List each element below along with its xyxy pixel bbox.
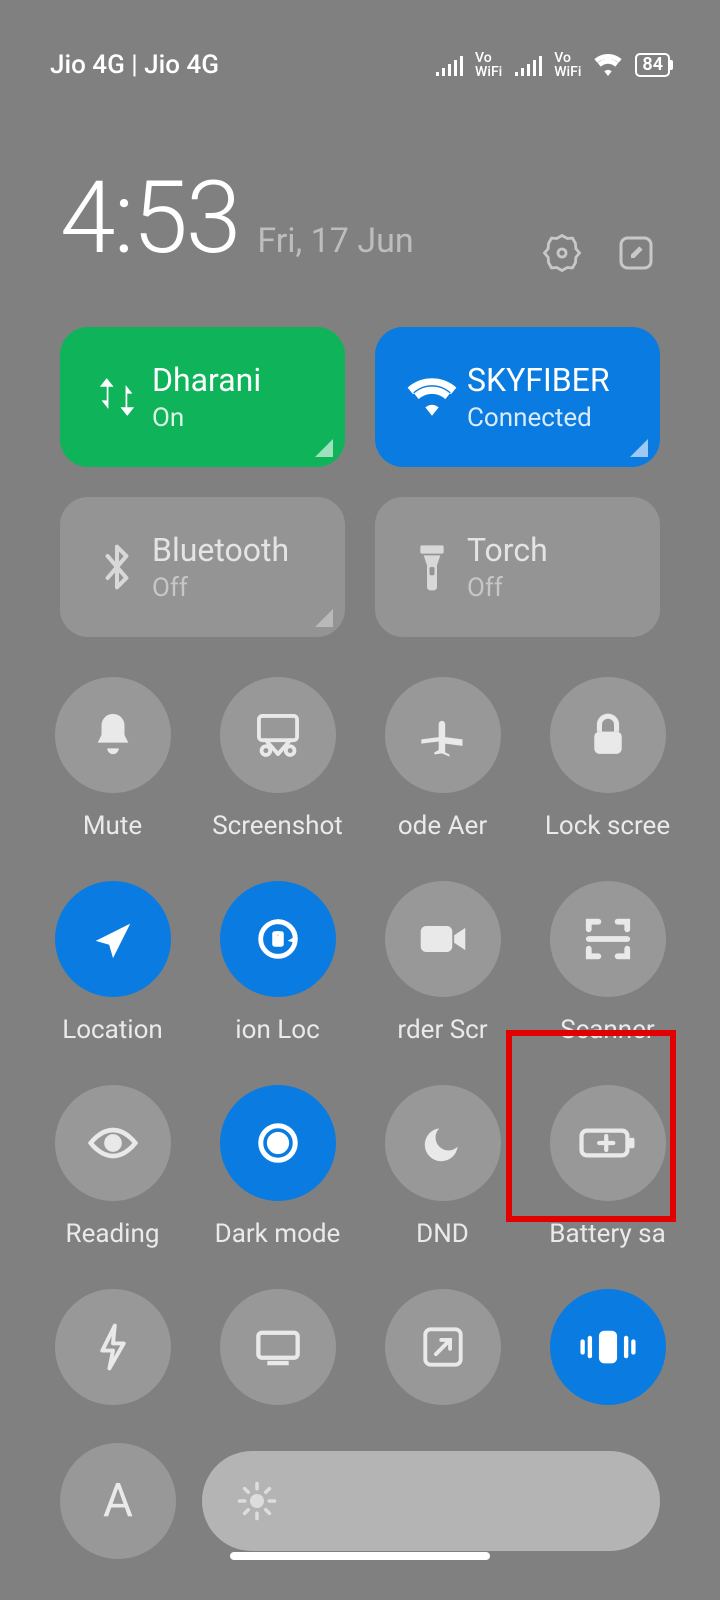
expand-corner-icon — [630, 439, 648, 457]
wifi-icon — [593, 54, 623, 76]
toggle-mute[interactable]: Mute — [30, 677, 195, 841]
rotate-icon — [220, 881, 336, 997]
tile-sub: Connected — [467, 403, 610, 433]
tile-wifi[interactable]: SKYFIBER Connected — [375, 327, 660, 467]
moon-icon — [385, 1085, 501, 1201]
toggle-label: Scanner — [560, 1015, 655, 1045]
tile-sub: Off — [467, 573, 548, 603]
toggle-grid: Mute Screenshot ode Aer Lock scree Location i… — [0, 677, 720, 1405]
signal-icon-2 — [514, 54, 542, 76]
signal-icon — [435, 54, 463, 76]
vowifi-icon-1: VoWiFi — [475, 51, 502, 79]
scan-icon — [550, 881, 666, 997]
lock-icon — [550, 677, 666, 793]
tile-sub: On — [152, 403, 261, 433]
toggle-label: Location — [62, 1015, 163, 1045]
cast-icon — [220, 1289, 336, 1405]
torch-icon — [397, 542, 467, 592]
toggle-label: Lock scree — [545, 811, 670, 841]
brightness-slider[interactable] — [202, 1451, 660, 1551]
edit-icon[interactable] — [612, 229, 660, 277]
tile-title: Bluetooth — [152, 531, 289, 569]
clock-time: 4:53 — [60, 160, 239, 277]
vowifi-icon-2: VoWiFi — [554, 51, 581, 79]
toggle-label: Battery sa — [549, 1219, 666, 1249]
battery-icon — [550, 1085, 666, 1201]
toggle-rotation[interactable]: ion Loc — [195, 881, 360, 1045]
toggle-vibrate[interactable] — [525, 1289, 690, 1405]
toggle-dnd[interactable]: DND — [360, 1085, 525, 1249]
camera-icon — [385, 881, 501, 997]
status-right-cluster: VoWiFi VoWiFi 84 — [435, 51, 670, 79]
eye-icon — [55, 1085, 171, 1201]
toggle-reading[interactable]: Reading — [30, 1085, 195, 1249]
toggle-screenshot[interactable]: Screenshot — [195, 677, 360, 841]
toggle-airplane[interactable]: ode Aer — [360, 677, 525, 841]
toggle-location[interactable]: Location — [30, 881, 195, 1045]
tile-torch[interactable]: Torch Off — [375, 497, 660, 637]
bluetooth-icon — [82, 542, 152, 592]
toggle-label: Mute — [83, 811, 142, 841]
brightness-icon — [236, 1480, 278, 1522]
toggle-darkmode[interactable]: Dark mode — [195, 1085, 360, 1249]
toggle-label: rder Scr — [397, 1015, 487, 1045]
clock-date: Fri, 17 Jun — [257, 221, 413, 261]
toggle-boost[interactable] — [30, 1289, 195, 1405]
toggle-label: ion Loc — [235, 1015, 319, 1045]
vibrate-icon — [550, 1289, 666, 1405]
contrast-icon — [220, 1085, 336, 1201]
toggle-label: DND — [416, 1219, 469, 1249]
carrier-text: Jio 4G | Jio 4G — [50, 50, 219, 80]
auto-brightness-label: A — [103, 1474, 133, 1528]
home-indicator[interactable] — [230, 1552, 490, 1560]
expand-corner-icon — [315, 609, 333, 627]
scissors-icon — [220, 677, 336, 793]
auto-brightness-button[interactable]: A — [60, 1443, 176, 1559]
toggle-lockscreen[interactable]: Lock scree — [525, 677, 690, 841]
toggle-batterysaver[interactable]: Battery sa — [525, 1085, 690, 1249]
qs-header: 4:53 Fri, 17 Jun — [0, 130, 720, 307]
tile-title: SKYFIBER — [467, 361, 610, 399]
data-arrows-icon — [82, 373, 152, 421]
toggle-label: ode Aer — [398, 811, 487, 841]
tile-title: Dharani — [152, 361, 261, 399]
float-icon — [385, 1289, 501, 1405]
wifi-icon — [397, 377, 467, 417]
nav-icon — [55, 881, 171, 997]
toggle-screenrecord[interactable]: rder Scr — [360, 881, 525, 1045]
bolt-icon — [55, 1289, 171, 1405]
tile-sub: Off — [152, 573, 289, 603]
bell-icon — [55, 677, 171, 793]
tile-mobile-data[interactable]: Dharani On — [60, 327, 345, 467]
tile-bluetooth[interactable]: Bluetooth Off — [60, 497, 345, 637]
expand-corner-icon — [315, 439, 333, 457]
toggle-scanner[interactable]: Scanner — [525, 881, 690, 1045]
toggle-label: Screenshot — [212, 811, 343, 841]
toggle-cast[interactable] — [195, 1289, 360, 1405]
toggle-float[interactable] — [360, 1289, 525, 1405]
battery-indicator: 84 — [635, 53, 670, 77]
toggle-label: Dark mode — [215, 1219, 341, 1249]
tile-title: Torch — [467, 531, 548, 569]
status-bar: Jio 4G | Jio 4G VoWiFi VoWiFi 84 — [0, 0, 720, 130]
settings-icon[interactable] — [538, 229, 586, 277]
toggle-label: Reading — [66, 1219, 160, 1249]
plane-icon — [385, 677, 501, 793]
